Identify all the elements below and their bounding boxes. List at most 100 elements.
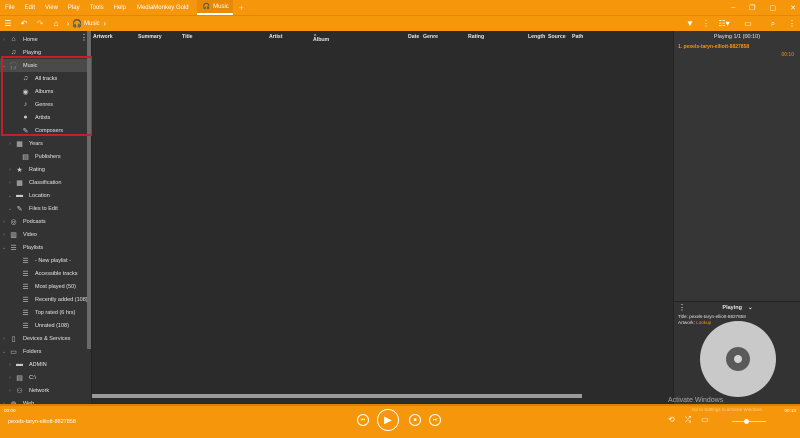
repeat-icon[interactable]: ⟲	[668, 415, 675, 425]
menu-play[interactable]: Play	[63, 5, 85, 11]
sidebar-item-files-to-edit[interactable]: ⌄ ✎ Files to Edit	[0, 202, 88, 215]
tab-music[interactable]: 🎧 Music	[196, 0, 233, 15]
chevron-right-icon[interactable]: ›	[6, 362, 14, 368]
sidebar-item-recently-added-108[interactable]: ☰ Recently added (108)	[0, 293, 88, 306]
column-length[interactable]: Length	[528, 34, 545, 40]
sidebar-item-music[interactable]: ⌄ 🎧 Music	[0, 59, 88, 72]
chevron-down-icon[interactable]: ⌄	[6, 193, 14, 199]
stop-button[interactable]: ■	[409, 414, 421, 426]
column-title[interactable]: Title	[182, 34, 193, 40]
sidebar-item-new-playlist[interactable]: ☰ - New playlist -	[0, 254, 88, 267]
play-button[interactable]: ▶	[377, 409, 399, 431]
horizontal-scrollbar[interactable]	[92, 394, 582, 398]
sidebar-item-composers[interactable]: ✎ Composers	[0, 124, 88, 137]
play-icon: ▶	[384, 414, 392, 426]
sidebar-item-all-tracks[interactable]: ♫ All tracks	[0, 72, 88, 85]
more-vertical-icon[interactable]: ⋮	[698, 16, 714, 32]
column-album[interactable]: Album ⌃	[313, 34, 329, 43]
playing-panel-header[interactable]: Playing ⌄	[674, 302, 800, 314]
sidebar-item-home[interactable]: › ⌂ Home	[0, 33, 88, 46]
sidebar-item-most-played-50[interactable]: ☰ Most played (50)	[0, 280, 88, 293]
chevron-down-icon[interactable]: ⌄	[0, 349, 8, 355]
next-button[interactable]: ⏭	[429, 414, 441, 426]
sidebar-item-web[interactable]: › ◍ Web	[0, 397, 88, 405]
volume-slider[interactable]	[732, 419, 766, 424]
chevron-right-icon[interactable]: ›	[100, 16, 110, 32]
seek-bar[interactable]	[0, 404, 800, 406]
column-path[interactable]: Path	[572, 34, 583, 40]
menu-tools[interactable]: Tools	[85, 5, 109, 11]
menu-help[interactable]: Help	[109, 5, 131, 11]
sidebar-item-publishers[interactable]: ▤ Publishers	[0, 150, 88, 163]
column-rating[interactable]: Rating	[468, 34, 484, 40]
chevron-right-icon[interactable]: ›	[6, 180, 14, 186]
sidebar-item-years[interactable]: › ▦ Years	[0, 137, 88, 150]
back-icon[interactable]: ↶	[16, 16, 32, 32]
sidebar-item-accessible-tracks[interactable]: ☰ Accessible tracks	[0, 267, 88, 280]
sidebar-item-genres[interactable]: ♪ Genres	[0, 98, 88, 111]
chevron-right-icon[interactable]: ›	[6, 388, 14, 394]
sidebar-item-classification[interactable]: › ▦ Classification	[0, 176, 88, 189]
breadcrumb[interactable]: Music	[84, 21, 100, 27]
chevron-right-icon[interactable]: ›	[6, 375, 14, 381]
sidebar-item-location[interactable]: ⌄ ▬ Location	[0, 189, 88, 202]
volume-knob[interactable]	[744, 419, 749, 424]
sidebar-scrollbar[interactable]	[87, 31, 91, 349]
forward-icon[interactable]: ↷	[32, 16, 48, 32]
menu-view[interactable]: View	[40, 5, 63, 11]
sidebar-item-artists[interactable]: ● Artists	[0, 111, 88, 124]
home-icon[interactable]: ⌂	[48, 16, 64, 32]
artwork-lookup-link[interactable]: Lookup	[696, 320, 711, 325]
sidebar-toggle-icon[interactable]: ☰	[0, 16, 16, 32]
sidebar-item-top-rated-6-hrs[interactable]: ☰ Top rated (6 hrs)	[0, 306, 88, 319]
chevron-right-icon[interactable]: ›	[0, 232, 8, 238]
chevron-right-icon[interactable]: ›	[0, 37, 8, 43]
sidebar-item-devices-services[interactable]: › ▯ Devices & Services	[0, 332, 88, 345]
sidebar-item-playing[interactable]: ♫ Playing	[0, 46, 88, 59]
sidebar-item-podcasts[interactable]: › ◎ Podcasts	[0, 215, 88, 228]
drive-icon: ▤	[16, 374, 23, 382]
previous-button[interactable]: ⏮	[357, 414, 369, 426]
current-track-title[interactable]: pexels-taryn-elliott-8827858	[8, 419, 76, 425]
view-options-icon[interactable]: ☷▾	[714, 16, 734, 32]
sidebar-item-network[interactable]: › ⚇ Network	[0, 384, 88, 397]
shuffle-icon[interactable]: ⤮	[685, 415, 691, 425]
column-source[interactable]: Source	[548, 34, 566, 40]
now-playing-item[interactable]: 1. pexels-taryn-elliott-8827858	[674, 43, 800, 51]
more-vertical-icon[interactable]: ⋮	[784, 16, 800, 32]
layout-icon[interactable]: ▭	[734, 16, 762, 32]
sidebar-item-folders[interactable]: ⌄ ▭ Folders	[0, 345, 88, 358]
close-button[interactable]: ✕	[790, 4, 796, 12]
sidebar-item-video[interactable]: › ▥ Video	[0, 228, 88, 241]
sidebar-item-rating[interactable]: › ★ Rating	[0, 163, 88, 176]
menu-edit[interactable]: Edit	[20, 5, 40, 11]
column-date[interactable]: Date	[408, 34, 419, 40]
minimize-button[interactable]: –	[731, 4, 735, 11]
menu-file[interactable]: File	[0, 5, 20, 11]
maximize-button[interactable]: ▢	[770, 4, 777, 12]
chevron-right-icon[interactable]: ›	[6, 167, 14, 173]
column-artwork[interactable]: Artwork	[93, 34, 113, 40]
column-header: Artwork Summary Title Artist Album ⌃ Dat…	[92, 31, 673, 43]
chevron-right-icon[interactable]: ›	[0, 219, 8, 225]
column-genre[interactable]: Genre	[423, 34, 438, 40]
search-icon[interactable]: ⌕	[762, 16, 784, 32]
sidebar-item-admin[interactable]: › ▬ ADMIN	[0, 358, 88, 371]
restore-button[interactable]: ❐	[749, 4, 755, 12]
cast-icon[interactable]: ▭	[701, 415, 709, 425]
sidebar-item-unrated-108[interactable]: ☰ Unrated (108)	[0, 319, 88, 332]
sidebar-item-c[interactable]: › ▤ C:\	[0, 371, 88, 384]
sidebar-item-albums[interactable]: ◉ Albums	[0, 85, 88, 98]
person-icon: ●	[23, 114, 28, 121]
chevron-down-icon[interactable]: ⌄	[0, 245, 8, 251]
sidebar-item-playlists[interactable]: ⌄ ☰ Playlists	[0, 241, 88, 254]
more-vertical-icon[interactable]: ⋮	[678, 303, 686, 312]
filter-icon[interactable]: ▼	[682, 16, 698, 32]
chevron-right-icon[interactable]: ›	[0, 336, 8, 342]
column-artist[interactable]: Artist	[269, 34, 283, 40]
column-summary[interactable]: Summary	[138, 34, 162, 40]
chevron-down-icon[interactable]: ⌄	[6, 206, 14, 212]
chevron-right-icon[interactable]: ›	[6, 141, 14, 147]
add-tab-button[interactable]: +	[233, 3, 244, 13]
chevron-down-icon[interactable]: ⌄	[0, 63, 8, 69]
